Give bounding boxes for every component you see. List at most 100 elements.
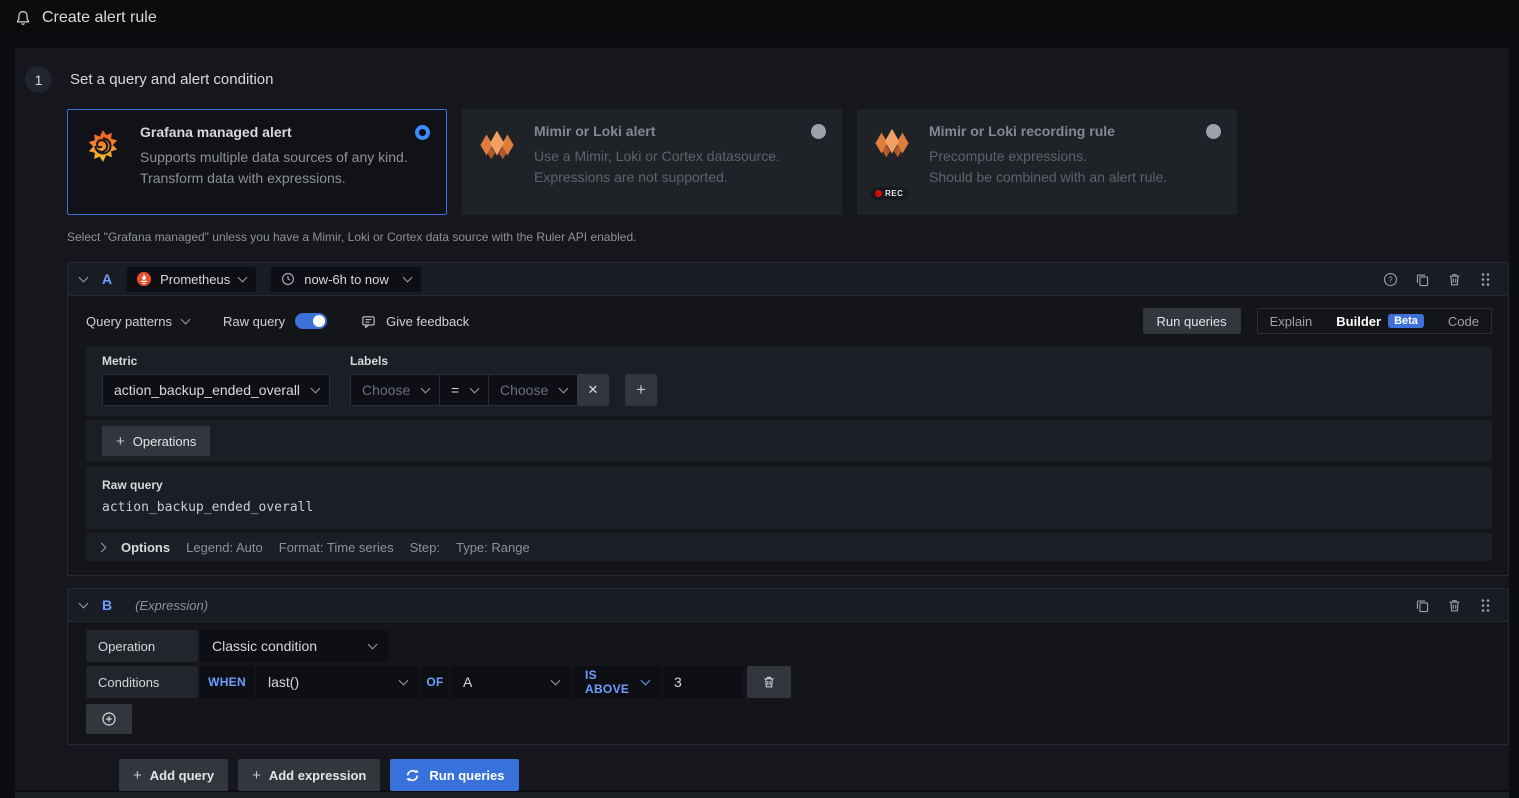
trash-icon[interactable] bbox=[1447, 598, 1462, 613]
metric-field: Metric action_backup_ended_overall bbox=[102, 354, 330, 406]
label-filter-row: Choose = Choose bbox=[350, 374, 657, 406]
operations-block: + Operations bbox=[86, 420, 1492, 462]
raw-query-toggle-group: Raw query bbox=[223, 313, 327, 329]
chevron-down-icon bbox=[402, 273, 412, 283]
collapse-chevron-icon[interactable] bbox=[79, 599, 89, 609]
query-footer-actions: + Add query + Add expression Run queries bbox=[119, 759, 1509, 791]
chevron-down-icon bbox=[399, 676, 409, 686]
query-toolbar: Query patterns Raw query bbox=[86, 306, 1492, 336]
collapse-chevron-icon[interactable] bbox=[79, 273, 89, 283]
plus-icon: + bbox=[636, 380, 646, 400]
remove-label-button[interactable]: ✕ bbox=[577, 374, 609, 406]
beta-badge: Beta bbox=[1388, 314, 1424, 328]
expression-b-header: B (Expression) bbox=[68, 589, 1508, 622]
option-type: Type: Range bbox=[456, 540, 530, 555]
query-ref-label: A bbox=[102, 271, 112, 287]
add-query-button[interactable]: + Add query bbox=[119, 759, 228, 791]
chevron-down-icon bbox=[368, 640, 378, 650]
add-expression-button[interactable]: + Add expression bbox=[238, 759, 380, 791]
time-range-value: now-6h to now bbox=[304, 272, 389, 287]
time-range-picker[interactable]: now-6h to now bbox=[271, 267, 421, 292]
bell-icon bbox=[15, 10, 31, 26]
labels-label: Labels bbox=[350, 354, 657, 368]
metric-label: Metric bbox=[102, 354, 330, 368]
chevron-down-icon bbox=[470, 384, 480, 394]
card-description: Supports multiple data sources of any ki… bbox=[140, 147, 430, 189]
datasource-picker[interactable]: Prometheus bbox=[127, 267, 256, 292]
label-key-select[interactable]: Choose bbox=[350, 374, 440, 406]
card-mimir-loki-recording-rule[interactable]: REC Mimir or Loki recording rule Precomp… bbox=[857, 109, 1237, 215]
options-label: Options bbox=[121, 540, 170, 555]
operation-row: Operation Classic condition bbox=[86, 630, 1492, 662]
threshold-input[interactable] bbox=[663, 666, 743, 698]
add-label-button[interactable]: + bbox=[625, 374, 657, 406]
rule-type-helper-text: Select "Grafana managed" unless you have… bbox=[67, 230, 1509, 244]
add-condition-button[interactable] bbox=[86, 704, 132, 734]
metric-value: action_backup_ended_overall bbox=[114, 382, 300, 398]
radio-unselected[interactable] bbox=[1206, 124, 1221, 139]
duplicate-icon[interactable] bbox=[1415, 598, 1430, 613]
label-value-select[interactable]: Choose bbox=[488, 374, 578, 406]
conditions-row: Conditions WHEN last() OF A bbox=[86, 666, 1492, 698]
card-grafana-managed-alert[interactable]: Grafana managed alert Supports multiple … bbox=[67, 109, 447, 215]
chevron-down-icon bbox=[559, 384, 569, 394]
close-icon: ✕ bbox=[588, 382, 599, 398]
tab-code[interactable]: Code bbox=[1436, 309, 1491, 333]
chevron-down-icon bbox=[181, 315, 191, 325]
when-label-box: WHEN bbox=[200, 666, 254, 698]
plus-icon: + bbox=[133, 767, 142, 784]
raw-query-label: Raw query bbox=[223, 314, 285, 329]
raw-query-block: Raw query action_backup_ended_overall bbox=[86, 466, 1492, 529]
option-step: Step: bbox=[410, 540, 440, 555]
radio-selected[interactable] bbox=[415, 125, 430, 140]
query-panel-a: A Prometheus bbox=[67, 262, 1509, 576]
next-section-edge bbox=[15, 792, 1509, 798]
remove-condition-button[interactable] bbox=[747, 666, 791, 698]
chevron-down-icon bbox=[238, 273, 248, 283]
card-title: Grafana managed alert bbox=[140, 124, 292, 140]
help-icon[interactable]: ? bbox=[1383, 272, 1398, 287]
radio-unselected[interactable] bbox=[811, 124, 826, 139]
run-queries-footer-button[interactable]: Run queries bbox=[390, 759, 519, 791]
trash-icon bbox=[762, 675, 776, 689]
chevron-down-icon bbox=[641, 676, 651, 686]
step-title: Set a query and alert condition bbox=[70, 71, 273, 88]
raw-query-label: Raw query bbox=[102, 478, 1476, 492]
run-queries-button[interactable]: Run queries bbox=[1143, 308, 1241, 334]
tab-builder[interactable]: Builder Beta bbox=[1324, 309, 1436, 333]
rec-badge: REC bbox=[870, 187, 908, 200]
operation-select[interactable]: Classic condition bbox=[200, 630, 388, 662]
page-title: Create alert rule bbox=[42, 9, 157, 27]
of-label-box: OF bbox=[421, 666, 449, 698]
give-feedback-link[interactable]: Give feedback bbox=[361, 314, 469, 329]
query-options-row[interactable]: Options Legend: Auto Format: Time series… bbox=[86, 533, 1492, 561]
metric-select[interactable]: action_backup_ended_overall bbox=[102, 374, 330, 406]
mimir-recording-logo-icon: REC bbox=[873, 123, 913, 201]
raw-query-toggle[interactable] bbox=[295, 313, 327, 329]
editor-mode-tabs: Explain Builder Beta Code bbox=[1257, 308, 1492, 334]
chevron-down-icon bbox=[551, 676, 561, 686]
drag-handle-icon[interactable] bbox=[1479, 272, 1492, 287]
label-operator-select[interactable]: = bbox=[439, 374, 489, 406]
trash-icon[interactable] bbox=[1447, 272, 1462, 287]
card-description: Precompute expressions. Should be combin… bbox=[929, 146, 1221, 188]
tab-explain[interactable]: Explain bbox=[1258, 309, 1325, 333]
query-patterns-dropdown[interactable]: Query patterns bbox=[86, 314, 189, 329]
drag-handle-icon[interactable] bbox=[1479, 598, 1492, 613]
plus-icon: + bbox=[116, 433, 125, 450]
query-ref-select[interactable]: A bbox=[451, 666, 571, 698]
chevron-right-icon bbox=[97, 542, 107, 552]
reducer-function-select[interactable]: last() bbox=[256, 666, 419, 698]
comment-icon bbox=[361, 314, 376, 329]
duplicate-icon[interactable] bbox=[1415, 272, 1430, 287]
mimir-logo-icon bbox=[478, 123, 518, 201]
plus-icon: + bbox=[252, 767, 261, 784]
query-a-header: A Prometheus bbox=[68, 263, 1508, 296]
svg-text:?: ? bbox=[1388, 275, 1393, 284]
clock-icon bbox=[281, 272, 295, 286]
evaluator-select[interactable]: IS ABOVE bbox=[573, 666, 661, 698]
card-mimir-loki-alert[interactable]: Mimir or Loki alert Use a Mimir, Loki or… bbox=[462, 109, 842, 215]
add-operations-button[interactable]: + Operations bbox=[102, 426, 210, 456]
card-description: Use a Mimir, Loki or Cortex datasource. … bbox=[534, 146, 826, 188]
expression-type-hint: (Expression) bbox=[135, 598, 208, 613]
